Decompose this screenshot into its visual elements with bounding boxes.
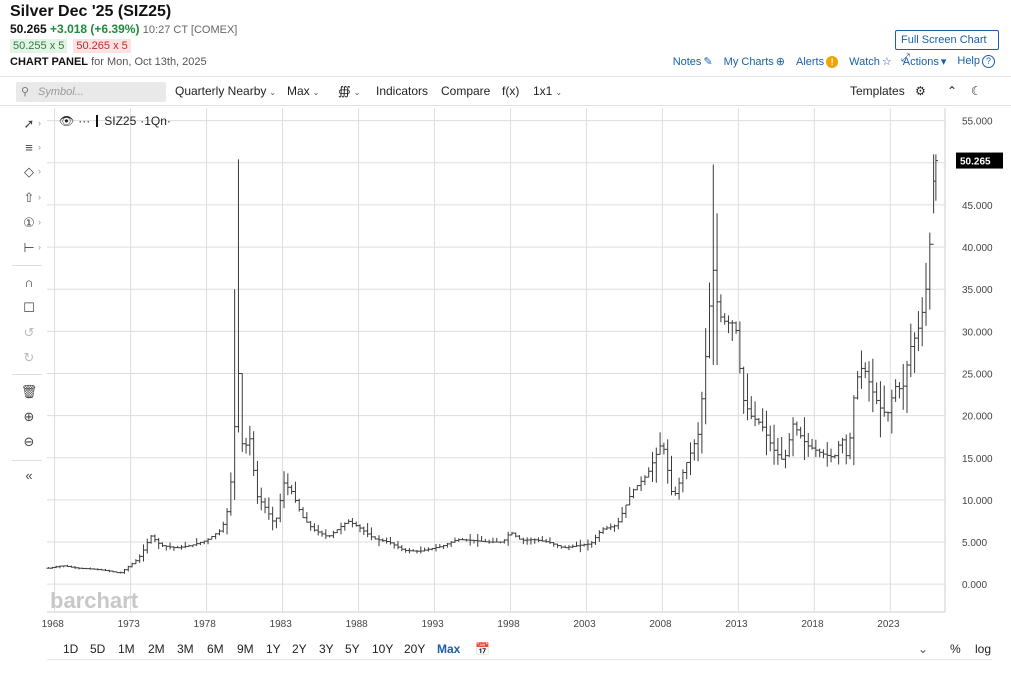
collapse-down-icon[interactable]: ⌄	[918, 642, 928, 656]
range-button-9m[interactable]: 9M	[237, 642, 254, 656]
y-tick-label: 10.000	[962, 496, 993, 507]
x-tick-label: 1993	[421, 619, 444, 630]
range-button-2m[interactable]: 2M	[148, 642, 165, 656]
percent-toggle[interactable]: %	[950, 642, 961, 656]
series-color-swatch	[96, 115, 99, 127]
y-tick-label: 45.000	[962, 201, 993, 212]
range-button-3y[interactable]: 3Y	[319, 642, 334, 656]
x-tick-label: 2008	[649, 619, 672, 630]
barchart-watermark: barchart	[50, 588, 139, 613]
range-button-20y[interactable]: 20Y	[404, 642, 425, 656]
legend-symbol: SIZ25	[104, 114, 137, 128]
legend-interval: ·1Qn·	[140, 114, 171, 128]
range-button-1y[interactable]: 1Y	[266, 642, 281, 656]
price-chart[interactable]: 0.000 5.000 10.000 15.000 20.000 25.000 30.000…	[0, 0, 1011, 682]
last-price-label: 50.265	[960, 157, 991, 168]
y-tick-label: 0.000	[962, 580, 987, 591]
y-tick-label: 20.000	[962, 412, 993, 423]
range-button-1m[interactable]: 1M	[118, 642, 135, 656]
range-button-5y[interactable]: 5Y	[345, 642, 360, 656]
range-button-6m[interactable]: 6M	[207, 642, 224, 656]
calendar-icon[interactable]: 📅	[475, 642, 490, 656]
range-button-3m[interactable]: 3M	[177, 642, 194, 656]
range-button-10y[interactable]: 10Y	[372, 642, 393, 656]
bottom-divider	[47, 659, 992, 660]
x-tick-label: 2013	[725, 619, 748, 630]
x-tick-label: 1998	[497, 619, 520, 630]
y-tick-label: 30.000	[962, 327, 993, 338]
y-tick-label: 40.000	[962, 243, 993, 254]
range-button-5d[interactable]: 5D	[90, 642, 105, 656]
x-tick-label: 1973	[118, 619, 141, 630]
y-tick-label: 55.000	[962, 117, 993, 128]
range-button-max[interactable]: Max	[437, 642, 460, 656]
x-tick-label: 1968	[42, 619, 65, 630]
x-tick-label: 1978	[194, 619, 217, 630]
y-tick-label: 5.000	[962, 538, 987, 549]
time-range-bar: 1D 5D 1M 2M 3M 6M 9M 1Y 2Y 3Y 5Y 10Y 20Y Max	[0, 636, 1011, 660]
y-tick-label: 25.000	[962, 369, 993, 380]
range-button-2y[interactable]: 2Y	[292, 642, 307, 656]
x-tick-label: 1983	[270, 619, 293, 630]
y-tick-label: 15.000	[962, 454, 993, 465]
x-tick-label: 2003	[573, 619, 596, 630]
y-tick-label: 35.000	[962, 285, 993, 296]
eye-icon[interactable]: 👁	[59, 114, 74, 128]
log-toggle[interactable]: log	[975, 642, 991, 656]
range-button-1d[interactable]: 1D	[63, 642, 78, 656]
more-icon[interactable]: ···	[78, 114, 90, 128]
x-tick-label: 2023	[877, 619, 900, 630]
x-tick-label: 1988	[345, 619, 368, 630]
x-tick-label: 2018	[801, 619, 824, 630]
chart-legend: 👁 ··· SIZ25 ·1Qn·	[59, 114, 171, 128]
